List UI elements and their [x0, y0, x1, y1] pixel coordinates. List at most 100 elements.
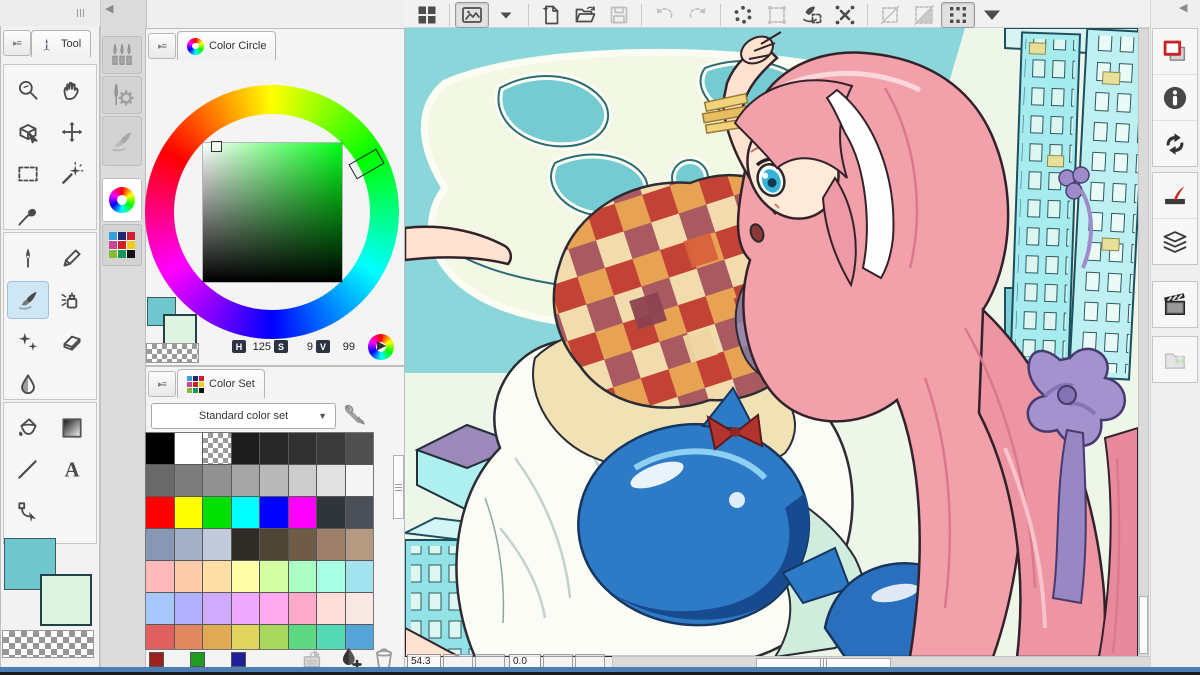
- canvas-view-button[interactable]: [455, 2, 489, 28]
- transform-button[interactable]: [828, 2, 862, 28]
- redo-button[interactable]: [681, 2, 715, 28]
- color-swatch[interactable]: [289, 433, 317, 464]
- color-swatch[interactable]: [289, 593, 317, 624]
- color-swatch[interactable]: [346, 465, 374, 496]
- color-swatch[interactable]: [175, 625, 203, 650]
- color-swatch[interactable]: [317, 529, 345, 560]
- color-set-menu-button[interactable]: ▸≡: [148, 371, 176, 397]
- gradient-tool[interactable]: [51, 409, 93, 447]
- panel-drag-handle[interactable]: [72, 8, 88, 18]
- collapse-left-icon[interactable]: ◀: [105, 4, 113, 15]
- color-swatch[interactable]: [203, 529, 231, 560]
- color-circle-tab[interactable]: [102, 178, 142, 222]
- color-swatch[interactable]: [289, 529, 317, 560]
- workspace-switch-button[interactable]: [410, 2, 444, 28]
- fill-selection-button[interactable]: [794, 2, 828, 28]
- color-swatch[interactable]: [146, 593, 174, 624]
- color-swatch[interactable]: [232, 497, 260, 528]
- color-swatch[interactable]: [289, 561, 317, 592]
- color-swatch[interactable]: [317, 561, 345, 592]
- color-set-scrollbar[interactable]: [393, 455, 404, 519]
- color-swatch[interactable]: [203, 465, 231, 496]
- toolbox-tab[interactable]: Tool: [31, 30, 91, 57]
- color-swatch[interactable]: [346, 561, 374, 592]
- recent-color-swatch[interactable]: [231, 652, 246, 667]
- color-swatch[interactable]: [317, 593, 345, 624]
- color-swatch[interactable]: [203, 433, 231, 464]
- color-swatch[interactable]: [346, 529, 374, 560]
- save-button[interactable]: [602, 2, 636, 28]
- color-swatch[interactable]: [232, 561, 260, 592]
- layers-button[interactable]: [1153, 219, 1197, 264]
- recent-color-swatch[interactable]: [149, 652, 164, 667]
- eraser-tool[interactable]: [51, 323, 93, 361]
- color-swatch[interactable]: [232, 529, 260, 560]
- color-swatch[interactable]: [260, 625, 288, 650]
- undo-button[interactable]: [647, 2, 681, 28]
- canvas-vscrollbar[interactable]: [1138, 28, 1149, 657]
- color-swatch[interactable]: [346, 593, 374, 624]
- brush-presets-tab[interactable]: [102, 36, 142, 74]
- scatter-select-button[interactable]: [726, 2, 760, 28]
- color-swatch[interactable]: [146, 561, 174, 592]
- color-swatch[interactable]: [175, 593, 203, 624]
- operation-tool[interactable]: [7, 493, 49, 531]
- color-swatch[interactable]: [260, 529, 288, 560]
- color-swatch[interactable]: [146, 465, 174, 496]
- color-circle-tab-header[interactable]: Color Circle: [177, 31, 276, 60]
- transparent-color-swatch[interactable]: [2, 630, 94, 658]
- quality-check-button[interactable]: [1153, 173, 1197, 219]
- canvas-view-dropdown[interactable]: [489, 2, 523, 28]
- color-swatch[interactable]: [232, 593, 260, 624]
- color-swatch[interactable]: [260, 433, 288, 464]
- canvas[interactable]: [405, 28, 1138, 657]
- brush-settings-tab[interactable]: [102, 76, 142, 114]
- canvas-windows-button[interactable]: [1153, 29, 1197, 75]
- pen-tool[interactable]: [7, 239, 49, 277]
- select-tool[interactable]: [7, 155, 49, 193]
- color-swatch[interactable]: [260, 561, 288, 592]
- sv-selector[interactable]: [211, 141, 222, 152]
- selection-move-button[interactable]: [760, 2, 794, 28]
- color-swatch[interactable]: [289, 465, 317, 496]
- magic-wand-tool[interactable]: [51, 155, 93, 193]
- hand-tool[interactable]: [51, 71, 93, 109]
- color-swatch[interactable]: [175, 529, 203, 560]
- saturation-value-box[interactable]: [203, 143, 342, 282]
- color-swatch[interactable]: [232, 433, 260, 464]
- deselect-button[interactable]: [873, 2, 907, 28]
- color-swatch[interactable]: [317, 433, 345, 464]
- zoom-tool[interactable]: [7, 71, 49, 109]
- color-set-tab-header[interactable]: Color Set: [177, 369, 265, 398]
- collapse-right-icon[interactable]: ◀: [1179, 3, 1187, 14]
- color-swatch[interactable]: [260, 497, 288, 528]
- color-swatch[interactable]: [203, 593, 231, 624]
- color-swatch[interactable]: [175, 465, 203, 496]
- color-swatch[interactable]: [175, 497, 203, 528]
- color-swatch[interactable]: [289, 497, 317, 528]
- open-button[interactable]: [568, 2, 602, 28]
- color-mode-toggle-button[interactable]: ▶: [368, 334, 394, 360]
- color-swatch[interactable]: [232, 465, 260, 496]
- info-button[interactable]: [1153, 75, 1197, 121]
- color-swatch[interactable]: [232, 625, 260, 650]
- color-swatch[interactable]: [317, 465, 345, 496]
- color-swatch[interactable]: [146, 497, 174, 528]
- canvas-rotate-tool[interactable]: [7, 113, 49, 151]
- color-swatch[interactable]: [175, 433, 203, 464]
- color-set-select[interactable]: Standard color set ▼: [151, 403, 336, 429]
- blur-tool[interactable]: [7, 365, 49, 403]
- color-swatch[interactable]: [146, 625, 174, 650]
- recent-color-swatch[interactable]: [190, 652, 205, 667]
- color-swatch[interactable]: [346, 433, 374, 464]
- materials-button[interactable]: [1153, 337, 1197, 382]
- move-tool[interactable]: [51, 113, 93, 151]
- line-tool[interactable]: [7, 451, 49, 489]
- brush-panel-tab[interactable]: [102, 116, 142, 166]
- pencil-tool[interactable]: [51, 239, 93, 277]
- invert-selection-button[interactable]: [907, 2, 941, 28]
- transparent-mini-swatch[interactable]: [146, 343, 199, 363]
- bucket-tool[interactable]: [7, 409, 49, 447]
- color-swatch[interactable]: [146, 529, 174, 560]
- color-swatch[interactable]: [260, 465, 288, 496]
